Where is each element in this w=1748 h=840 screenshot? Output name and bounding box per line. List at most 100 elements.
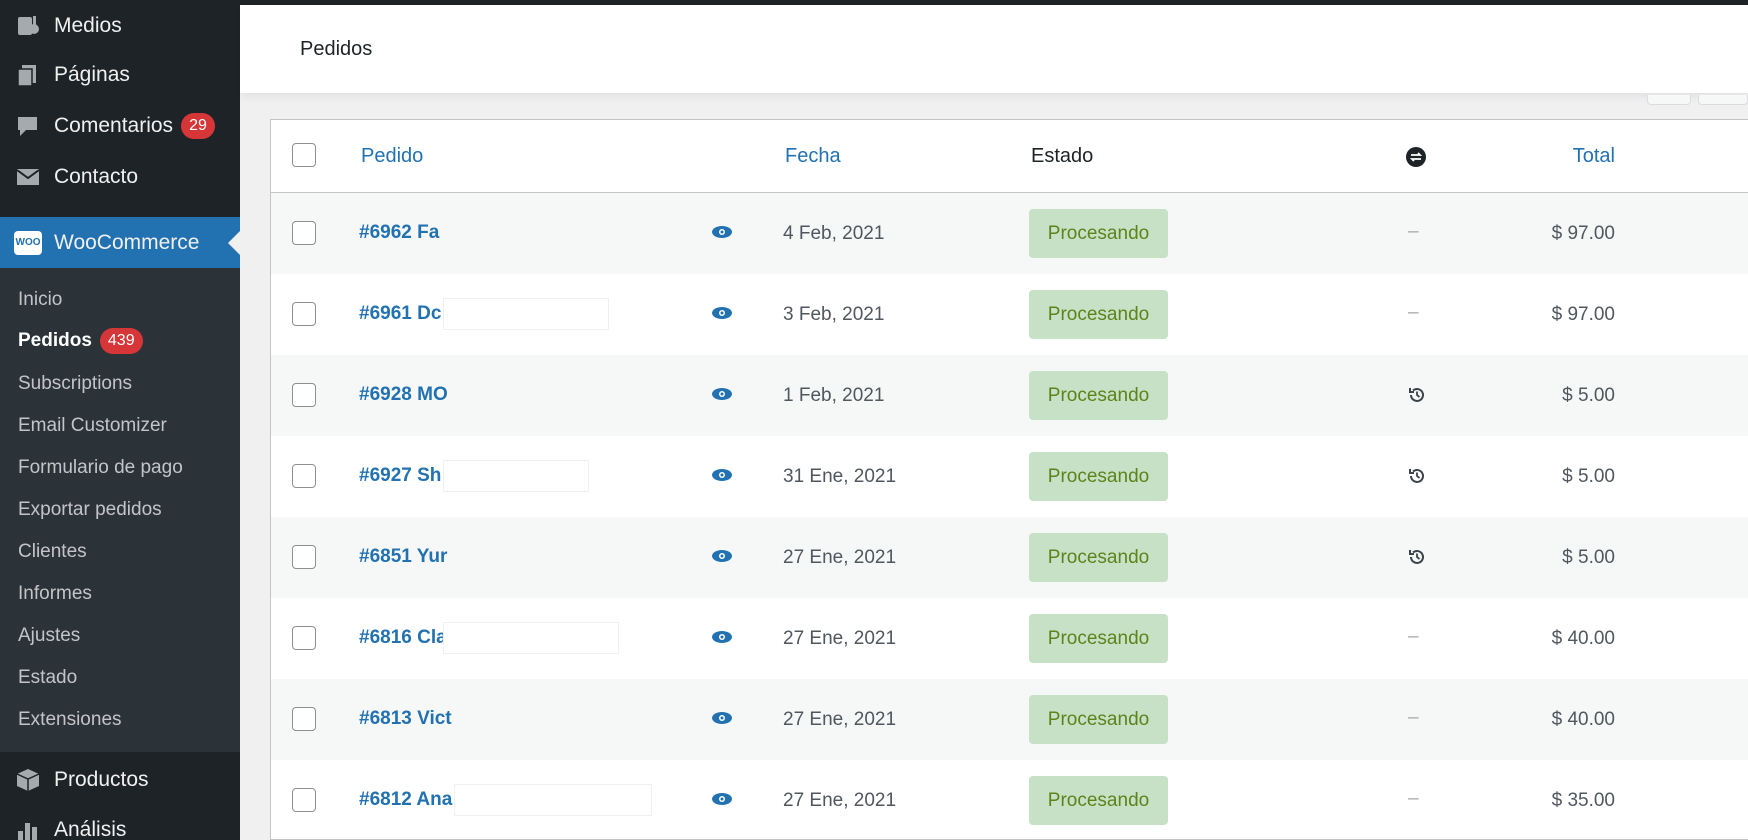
order-total: $ 97.00 [1551, 223, 1615, 244]
table-row[interactable]: #6962 Fa 4 Feb, 2021 Procesando – $ 97.0… [271, 193, 1748, 274]
order-link[interactable]: #6813 Vict [359, 708, 452, 730]
order-date: 27 Ene, 2021 [783, 790, 897, 811]
order-link[interactable]: #6962 Fa [359, 222, 439, 244]
submenu-item-pedidos[interactable]: Pedidos 439 [18, 323, 143, 359]
table-row[interactable]: #6961 Dc 3 Feb, 2021 Procesando – $ 97.0… [271, 274, 1748, 355]
help-button[interactable] [1698, 95, 1748, 105]
order-date: 27 Ene, 2021 [783, 547, 897, 568]
preview-eye-icon[interactable] [711, 305, 733, 321]
comments-count-badge: 29 [181, 112, 215, 139]
status-badge: Procesando [1029, 614, 1168, 663]
table-row[interactable]: #6812 Ana 27 Ene, 2021 Procesando – $ 35… [271, 760, 1748, 840]
menu-item-label: Páginas [54, 62, 130, 86]
order-date: 27 Ene, 2021 [783, 709, 897, 730]
order-link[interactable]: #6816 Cla [359, 627, 447, 649]
page-header: Pedidos [240, 5, 1748, 93]
menu-item-contact[interactable]: Contacto [0, 151, 240, 202]
row-checkbox[interactable] [292, 545, 316, 569]
admin-sidebar: Medios Páginas Comentarios 29 Contacto W… [0, 0, 240, 840]
media-icon [14, 12, 42, 40]
current-menu-arrow [228, 231, 240, 255]
subscription-dash: – [1408, 221, 1419, 242]
pages-icon [14, 61, 42, 89]
column-header-date[interactable]: Fecha [785, 145, 841, 168]
history-icon [1409, 468, 1424, 483]
menu-item-media[interactable]: Medios [0, 0, 240, 51]
table-row[interactable]: #6816 Cla 27 Ene, 2021 Procesando – $ 40… [271, 598, 1748, 679]
screen-options-button[interactable] [1647, 95, 1691, 105]
order-total: $ 40.00 [1551, 709, 1615, 730]
preview-eye-icon[interactable] [711, 710, 733, 726]
submenu-item-email-customizer[interactable]: Email Customizer [18, 408, 167, 444]
preview-eye-icon[interactable] [711, 629, 733, 645]
comments-icon [14, 112, 42, 140]
submenu-item-ajustes[interactable]: Ajustes [18, 618, 80, 654]
row-checkbox[interactable] [292, 707, 316, 731]
preview-eye-icon[interactable] [711, 386, 733, 402]
column-header-order[interactable]: Pedido [361, 145, 423, 168]
order-date: 3 Feb, 2021 [783, 304, 885, 325]
order-link[interactable]: #6961 Dc [359, 303, 441, 325]
submenu-item-extensiones[interactable]: Extensiones [18, 702, 122, 738]
order-link[interactable]: #6851 Yur [359, 546, 447, 568]
analytics-icon [14, 816, 42, 840]
subscription-dash: – [1408, 302, 1419, 323]
page-title: Pedidos [300, 38, 373, 60]
order-total: $ 35.00 [1551, 790, 1615, 811]
status-badge: Procesando [1029, 371, 1168, 420]
subscription-dash: – [1408, 626, 1419, 647]
redacted-name [443, 460, 589, 492]
status-badge: Procesando [1029, 290, 1168, 339]
preview-eye-icon[interactable] [711, 467, 733, 483]
table-row[interactable]: #6927 Sh 31 Ene, 2021 Procesando $ 5.00 [271, 436, 1748, 517]
submenu-item-exportar-pedidos[interactable]: Exportar pedidos [18, 492, 162, 528]
preview-eye-icon[interactable] [711, 548, 733, 564]
subscription-dash: – [1408, 788, 1419, 809]
table-row[interactable]: #6928 MO 1 Feb, 2021 Procesando $ 5.00 [271, 355, 1748, 436]
order-link[interactable]: #6812 Ana [359, 789, 452, 811]
column-header-total[interactable]: Total [1573, 145, 1615, 168]
row-checkbox[interactable] [292, 788, 316, 812]
submenu-item-estado[interactable]: Estado [18, 660, 77, 696]
status-badge: Procesando [1029, 209, 1168, 258]
select-all-checkbox[interactable] [292, 143, 316, 167]
row-checkbox[interactable] [292, 464, 316, 488]
redacted-name [443, 298, 609, 330]
order-total: $ 5.00 [1562, 547, 1615, 568]
mail-icon [14, 163, 42, 191]
submenu-item-formulario-de-pago[interactable]: Formulario de pago [18, 450, 183, 486]
order-link[interactable]: #6928 MO [359, 384, 448, 406]
status-badge: Procesando [1029, 776, 1168, 825]
preview-eye-icon[interactable] [711, 224, 733, 240]
submenu-item-subscriptions[interactable]: Subscriptions [18, 366, 132, 402]
menu-item-label: Contacto [54, 164, 139, 188]
woocommerce-logo: WOO [14, 230, 42, 255]
submenu-item-informes[interactable]: Informes [18, 576, 92, 612]
order-date: 31 Ene, 2021 [783, 466, 897, 487]
menu-item-label: Medios [54, 13, 122, 37]
orders-count-badge: 439 [99, 328, 143, 354]
table-row[interactable]: #6813 Vict 27 Ene, 2021 Procesando – $ 4… [271, 679, 1748, 760]
order-link[interactable]: #6927 Sh [359, 465, 441, 487]
submenu-item-inicio[interactable]: Inicio [18, 282, 62, 318]
menu-item-products[interactable]: Productos [0, 754, 240, 805]
orders-table: Pedido Fecha Estado Total #6962 Fa 4 Feb… [270, 119, 1748, 840]
menu-item-comments[interactable]: Comentarios 29 [0, 100, 240, 151]
woocommerce-submenu: Inicio Pedidos 439 Subscriptions Email C… [0, 268, 240, 752]
order-total: $ 5.00 [1562, 385, 1615, 406]
menu-item-analytics[interactable]: Análisis [0, 804, 240, 840]
row-checkbox[interactable] [292, 383, 316, 407]
redacted-name [454, 784, 652, 816]
table-row[interactable]: #6851 Yur 27 Ene, 2021 Procesando $ 5.00 [271, 517, 1748, 598]
menu-item-pages[interactable]: Páginas [0, 49, 240, 100]
order-date: 4 Feb, 2021 [783, 223, 885, 244]
preview-eye-icon[interactable] [711, 791, 733, 807]
row-checkbox[interactable] [292, 302, 316, 326]
status-badge: Procesando [1029, 695, 1168, 744]
row-checkbox[interactable] [292, 221, 316, 245]
menu-item-label: WooCommerce [54, 230, 200, 254]
submenu-item-clientes[interactable]: Clientes [18, 534, 87, 570]
menu-item-woocommerce[interactable]: WOO WooCommerce [0, 217, 240, 268]
row-checkbox[interactable] [292, 626, 316, 650]
menu-item-label: Productos [54, 767, 149, 791]
